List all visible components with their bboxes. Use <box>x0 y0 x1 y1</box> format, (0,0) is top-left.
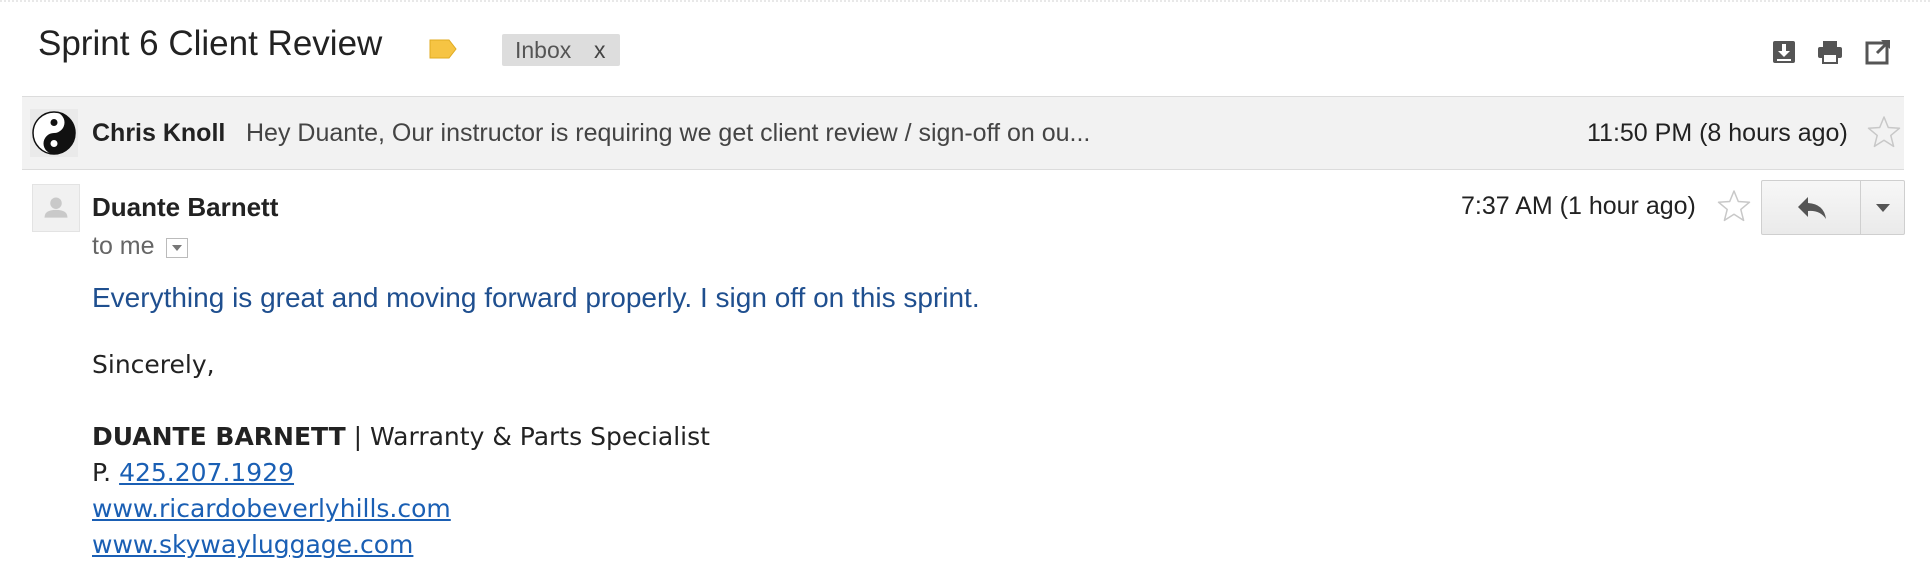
signature-name: DUANTE BARNETT <box>92 422 346 451</box>
new-window-icon[interactable] <box>1862 36 1894 68</box>
reply-button[interactable] <box>1761 180 1861 235</box>
signature-website-link-2[interactable]: www.skywayluggage.com <box>92 530 413 559</box>
signature-website-link-1[interactable]: www.ricardobeverlyhills.com <box>92 494 451 523</box>
reply-icon <box>1798 197 1826 219</box>
collapsed-timestamp: 11:50 PM (8 hours ago) <box>1587 119 1848 147</box>
collapsed-snippet: Hey Duante, Our instructor is requiring … <box>246 119 1091 147</box>
yin-yang-avatar <box>30 109 78 157</box>
thread-subject: Sprint 6 Client Review <box>38 24 383 63</box>
signature-name-line: DUANTE BARNETT | Warranty & Parts Specia… <box>92 422 710 451</box>
inbox-label-text: Inbox <box>515 37 572 63</box>
inbox-label-chip[interactable]: Inbox x <box>502 34 620 66</box>
more-options-button[interactable] <box>1860 180 1905 235</box>
message-closing: Sincerely, <box>92 350 215 379</box>
label-tag-icon[interactable] <box>428 38 458 60</box>
message-sender: Duante Barnett <box>92 192 279 222</box>
sender-avatar <box>32 184 80 232</box>
star-icon[interactable] <box>1717 189 1751 223</box>
recipient-label: to me <box>92 232 155 260</box>
message-body-text: Everything is great and moving forward p… <box>92 282 980 313</box>
collapsed-message-row[interactable]: Chris Knoll Hey Duante, Our instructor i… <box>22 96 1904 170</box>
download-icon[interactable] <box>1768 36 1800 68</box>
print-icon[interactable] <box>1814 36 1846 68</box>
remove-label-button[interactable]: x <box>594 34 606 66</box>
star-icon[interactable] <box>1867 115 1901 149</box>
message-timestamp: 7:37 AM (1 hour ago) <box>1461 192 1696 220</box>
signature-phone-prefix: P. <box>92 458 120 487</box>
signature-phone-line: P. 425.207.1929 <box>92 458 294 487</box>
top-edge-divider <box>0 0 1930 8</box>
signature-phone-link[interactable]: 425.207.1929 <box>119 458 294 487</box>
signature-title: | Warranty & Parts Specialist <box>345 422 710 451</box>
signature-website-line-2: www.skywayluggage.com <box>92 530 413 559</box>
collapsed-sender: Chris Knoll <box>92 119 226 147</box>
signature-website-line-1: www.ricardobeverlyhills.com <box>92 494 451 523</box>
show-details-dropdown[interactable] <box>166 238 188 258</box>
